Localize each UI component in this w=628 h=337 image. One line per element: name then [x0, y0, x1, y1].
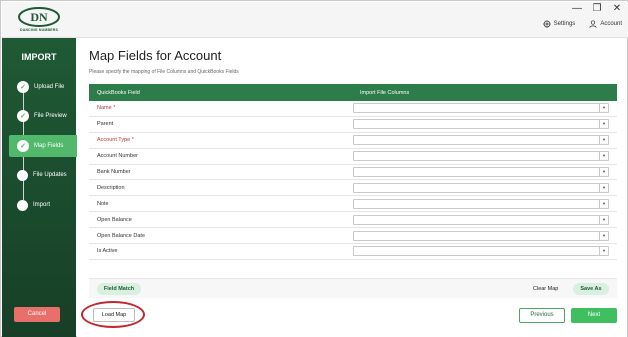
- previous-button[interactable]: Previous: [519, 308, 565, 323]
- account-button[interactable]: Account: [589, 20, 622, 28]
- dancing-numbers-logo: DN DANCING NUMBERS: [16, 6, 62, 34]
- window-controls: — ❐ ✕: [572, 4, 622, 14]
- table-row: Note ▼: [89, 196, 617, 213]
- check-icon: ✓: [17, 110, 29, 122]
- quickbooks-field-label: Description: [97, 184, 125, 191]
- import-column-dropdown[interactable]: ▼: [353, 230, 609, 241]
- main-panel: Map Fields for Account Please specify th…: [77, 38, 627, 337]
- step-label: Map Fields: [34, 143, 64, 149]
- page-title: Map Fields for Account: [89, 48, 222, 63]
- import-column-dropdown[interactable]: ▼: [353, 151, 609, 162]
- table-header: QuickBooks Field Import File Columns: [89, 84, 617, 101]
- import-column-dropdown[interactable]: ▼: [353, 246, 609, 257]
- chevron-down-icon[interactable]: ▼: [599, 152, 608, 161]
- import-column-dropdown[interactable]: ▼: [353, 167, 609, 177]
- chevron-down-icon[interactable]: ▼: [599, 231, 608, 240]
- table-row: Open Balance Date ▼: [89, 228, 617, 245]
- cancel-button[interactable]: Cancel: [14, 307, 60, 322]
- import-sidebar: IMPORT ✓ Upload File ✓ File Preview ✓ Ma…: [2, 38, 77, 337]
- quickbooks-field-label: Open Balance Date: [97, 232, 146, 239]
- close-icon[interactable]: ✕: [612, 4, 622, 14]
- import-column-dropdown[interactable]: ▼: [353, 214, 609, 225]
- field-match-button[interactable]: Field Match: [97, 283, 141, 295]
- quickbooks-field-label: Account Type *: [97, 137, 134, 144]
- table-row: Bank Number ▼: [89, 165, 617, 181]
- svg-text:DN: DN: [30, 10, 48, 24]
- quickbooks-field-label: Open Balance: [97, 216, 132, 223]
- quickbooks-field-label: Note: [97, 200, 109, 207]
- next-button[interactable]: Next: [571, 308, 617, 323]
- chevron-down-icon[interactable]: ▼: [599, 215, 608, 224]
- import-column-dropdown[interactable]: ▼: [353, 198, 609, 209]
- chevron-down-icon[interactable]: ▼: [599, 247, 608, 256]
- account-label: Account: [600, 21, 622, 27]
- load-map-button[interactable]: Load Map: [93, 308, 135, 322]
- minimize-icon[interactable]: —: [572, 4, 582, 14]
- step-upload-file[interactable]: ✓ Upload File: [9, 76, 77, 98]
- step-label: File Preview: [34, 113, 67, 119]
- app-window: DN DANCING NUMBERS — ❐ ✕ Settings Accoun…: [0, 0, 628, 337]
- step-dot-icon: [17, 199, 28, 211]
- quickbooks-field-label: Name *: [97, 105, 116, 112]
- settings-button[interactable]: Settings: [542, 20, 576, 28]
- chevron-down-icon[interactable]: ▼: [599, 120, 608, 129]
- check-icon: ✓: [17, 81, 29, 93]
- step-file-updates[interactable]: File Updates: [9, 164, 77, 186]
- table-row: Is Active ▼: [89, 244, 617, 260]
- import-column-dropdown[interactable]: ▼: [353, 103, 609, 114]
- top-bar: DN DANCING NUMBERS — ❐ ✕ Settings Accoun…: [2, 2, 628, 38]
- step-file-preview[interactable]: ✓ File Preview: [9, 105, 77, 127]
- settings-label: Settings: [553, 21, 576, 27]
- chevron-down-icon[interactable]: ▼: [599, 168, 608, 176]
- column-header-import-file-columns: Import File Columns: [360, 89, 410, 96]
- import-column-dropdown[interactable]: ▼: [353, 119, 609, 130]
- mapping-action-bar: Field Match Clear Map Save As: [89, 278, 617, 298]
- chevron-down-icon[interactable]: ▼: [599, 104, 608, 113]
- table-row: Description ▼: [89, 180, 617, 197]
- import-column-dropdown[interactable]: ▼: [353, 182, 609, 193]
- step-dot-icon: [17, 169, 28, 181]
- table-row: Account Type * ▼: [89, 133, 617, 149]
- table-body: Name * ▼ Parent ▼ Account Type * ▼ Account Num…: [89, 101, 617, 260]
- logo-subtitle: DANCING NUMBERS: [20, 28, 58, 32]
- maximize-icon[interactable]: ❐: [592, 4, 602, 14]
- step-label: Upload File: [34, 84, 65, 90]
- step-map-fields[interactable]: ✓ Map Fields: [9, 135, 77, 157]
- table-row: Name * ▼: [89, 101, 617, 117]
- import-column-dropdown[interactable]: ▼: [353, 135, 609, 146]
- gear-icon: [542, 20, 551, 28]
- save-as-button[interactable]: Save As: [573, 283, 609, 295]
- step-label: File Updates: [33, 172, 67, 178]
- column-header-quickbooks-field: QuickBooks Field: [97, 89, 140, 96]
- step-label: Import: [33, 202, 51, 208]
- quickbooks-field-label: Account Number: [97, 153, 138, 160]
- quickbooks-field-label: Bank Number: [97, 169, 131, 175]
- table-row: Account Number ▼: [89, 149, 617, 165]
- sidebar-title: IMPORT: [21, 52, 57, 62]
- chevron-down-icon[interactable]: ▼: [599, 183, 608, 192]
- table-row: Parent ▼: [89, 117, 617, 133]
- header-actions: Settings Account: [542, 20, 622, 28]
- chevron-down-icon[interactable]: ▼: [599, 136, 608, 145]
- check-icon: ✓: [17, 140, 29, 152]
- quickbooks-field-label: Parent: [97, 121, 114, 128]
- mapping-table: QuickBooks Field Import File Columns Nam…: [89, 84, 617, 260]
- table-row: Open Balance ▼: [89, 212, 617, 229]
- clear-map-button[interactable]: Clear Map: [533, 283, 558, 295]
- user-icon: [589, 20, 597, 28]
- step-import[interactable]: Import: [9, 194, 77, 216]
- chevron-down-icon[interactable]: ▼: [599, 199, 608, 208]
- quickbooks-field-label: Is Active: [97, 248, 118, 255]
- page-subtitle: Please specify the mapping of File Colum…: [89, 69, 239, 75]
